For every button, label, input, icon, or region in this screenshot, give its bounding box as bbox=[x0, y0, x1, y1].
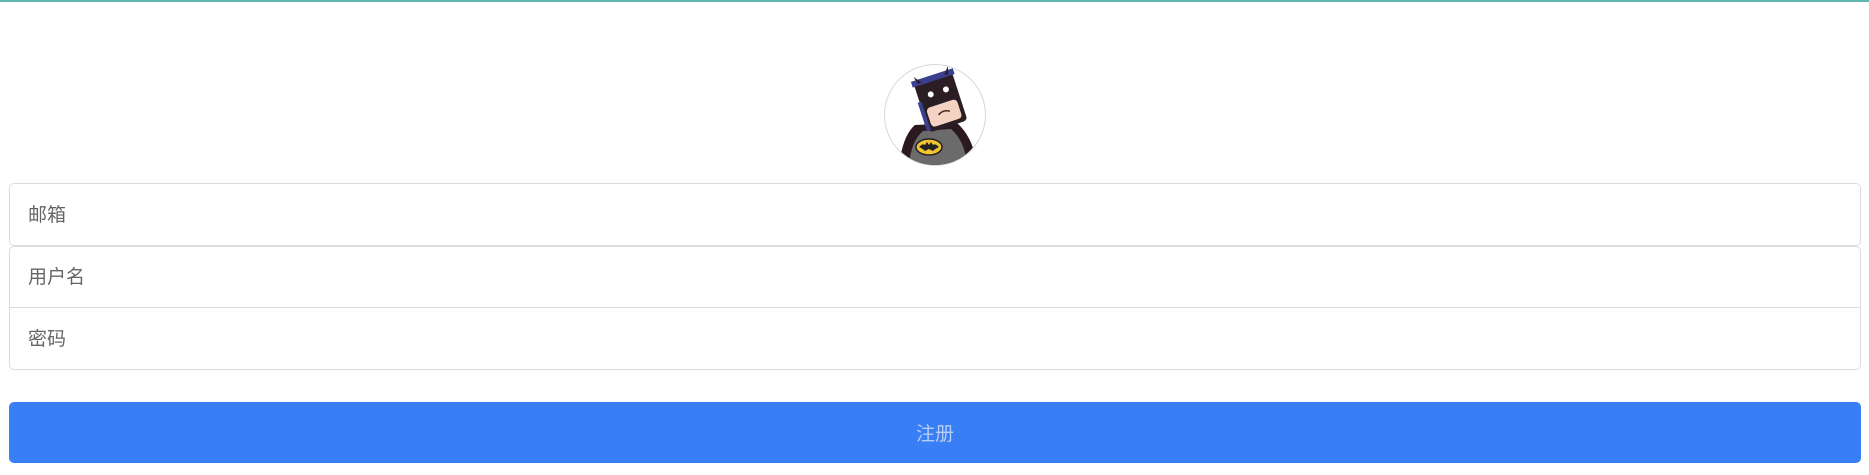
email-field[interactable] bbox=[10, 184, 1860, 245]
username-field[interactable] bbox=[10, 247, 1860, 307]
batman-avatar-icon bbox=[899, 65, 977, 165]
username-field-container bbox=[9, 246, 1861, 308]
top-accent-line bbox=[0, 0, 1869, 2]
email-field-container bbox=[9, 183, 1861, 246]
register-button[interactable]: 注册 bbox=[9, 402, 1861, 463]
avatar[interactable] bbox=[884, 64, 986, 166]
password-field-container bbox=[9, 307, 1861, 370]
register-form bbox=[9, 183, 1861, 370]
password-field[interactable] bbox=[10, 308, 1860, 369]
